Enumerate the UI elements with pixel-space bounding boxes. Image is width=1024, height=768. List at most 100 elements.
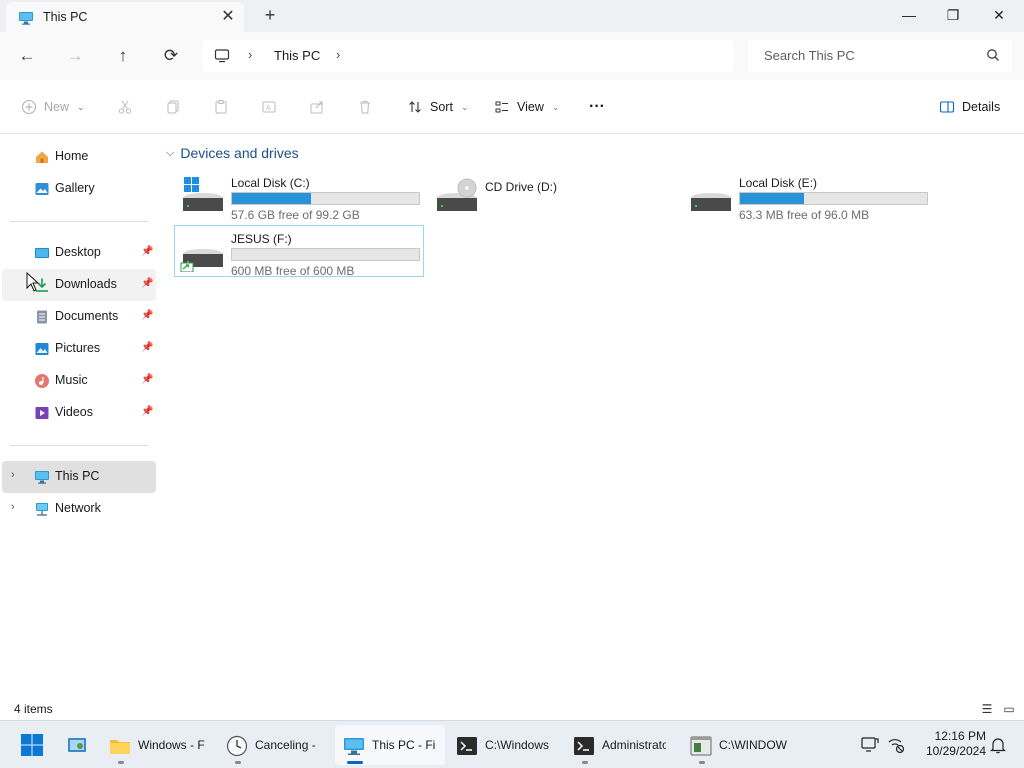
taskbar-app-label: C:\Windows <box>485 738 550 752</box>
search-input[interactable]: Search This PC <box>764 48 855 63</box>
details-pane-icon <box>938 98 956 116</box>
svg-text:A: A <box>266 105 271 112</box>
system-clock[interactable]: 12:16 PM 10/29/2024 <box>916 729 986 759</box>
taskbar-app-terminal-windows[interactable]: C:\Windows <box>448 725 558 765</box>
new-tab-button[interactable]: + <box>258 4 282 28</box>
taskbar-app-console[interactable]: C:\WINDOW <box>682 725 792 765</box>
sidebar-item-this-pc[interactable]: › This PC <box>2 461 156 493</box>
pin-icon[interactable]: 📌 <box>141 342 153 353</box>
sidebar-item-label: Pictures <box>55 341 101 355</box>
breadcrumb-separator[interactable]: › <box>248 47 252 62</box>
system-drive-icon <box>179 176 225 216</box>
this-pc-icon <box>34 469 50 485</box>
pin-icon[interactable]: 📌 <box>141 310 153 321</box>
taskbar-app-label: C:\WINDOW <box>719 738 787 752</box>
taskbar-app-label: This PC - Fi <box>372 738 436 752</box>
chevron-right-icon[interactable]: › <box>11 501 15 513</box>
back-button[interactable]: ← <box>13 42 41 70</box>
rename-icon[interactable]: A <box>260 96 278 118</box>
tab-close-button[interactable]: ✕ <box>217 6 239 28</box>
sidebar-item-gallery[interactable]: Gallery <box>2 173 156 205</box>
details-view-icon[interactable]: ☰ <box>978 700 996 718</box>
pin-icon[interactable]: 📌 <box>141 278 153 289</box>
breadcrumb-this-pc[interactable]: This PC <box>274 48 320 63</box>
chevron-right-icon[interactable]: › <box>11 469 15 481</box>
sidebar-item-label: Documents <box>55 309 119 323</box>
details-label: Details <box>962 100 1001 114</box>
more-options-button[interactable]: ··· <box>589 96 605 118</box>
group-header-devices[interactable]: ⌵ Devices and drives <box>166 145 299 161</box>
up-button[interactable]: ↑ <box>109 42 137 70</box>
running-indicator <box>118 761 124 764</box>
content-area: ⌵ Devices and drives Local Disk (C:) 57.… <box>26 135 1024 695</box>
sort-icon <box>406 98 424 116</box>
chevron-down-icon: ⌵ <box>166 146 175 159</box>
cut-icon[interactable] <box>116 96 134 118</box>
sidebar-item-desktop[interactable]: Desktop 📌 <box>2 237 156 269</box>
refresh-button[interactable]: ⟳ <box>157 42 185 70</box>
drive-item-selected[interactable]: JESUS (F:) 600 MB free of 600 MB <box>174 225 424 278</box>
notification-icon[interactable] <box>860 735 880 755</box>
maximize-button[interactable]: ❐ <box>930 0 976 32</box>
minimize-button[interactable]: — <box>886 0 932 32</box>
drive-usage-fill <box>232 193 311 204</box>
running-indicator <box>235 761 241 764</box>
sidebar-item-network[interactable]: › Network <box>2 493 156 525</box>
mouse-cursor-icon <box>26 272 40 292</box>
forward-button[interactable]: → <box>61 42 89 70</box>
start-button[interactable] <box>20 733 44 757</box>
drive-usage-bar <box>231 192 420 205</box>
search-icon <box>986 48 1000 65</box>
running-indicator <box>699 761 705 764</box>
pin-icon[interactable]: 📌 <box>141 374 153 385</box>
taskbar-app-file-explorer[interactable]: Windows - F <box>101 725 211 765</box>
gallery-icon <box>34 181 50 197</box>
taskbar-app-terminal-admin[interactable]: Administrato <box>565 725 675 765</box>
sidebar-item-home[interactable]: Home <box>2 141 156 173</box>
search-box[interactable]: Search This PC <box>748 40 1012 72</box>
taskbar-app-control-panel[interactable] <box>58 725 98 765</box>
share-icon[interactable] <box>308 96 326 118</box>
sidebar-item-label: Downloads <box>55 277 117 291</box>
delete-icon[interactable] <box>356 96 374 118</box>
desktop-icon <box>34 245 50 261</box>
sort-button[interactable]: Sort ⌄ <box>406 96 468 118</box>
drive-name: CD Drive (D:) <box>485 180 557 194</box>
copy-icon[interactable] <box>164 96 182 118</box>
monitor-icon <box>18 10 34 29</box>
home-icon <box>34 149 50 165</box>
view-icon <box>493 98 511 116</box>
sidebar-item-pictures[interactable]: Pictures 📌 <box>2 333 156 365</box>
drive-item[interactable]: CD Drive (D:) <box>428 169 678 221</box>
tab-this-pc[interactable]: This PC ✕ <box>6 2 244 32</box>
tiles-view-icon[interactable]: ▭ <box>1000 700 1018 718</box>
taskbar: Windows - F Canceling - This PC - Fi C:\… <box>0 720 1024 768</box>
details-button[interactable]: Details <box>938 96 1000 118</box>
sidebar-item-label: Videos <box>55 405 93 419</box>
documents-icon <box>34 309 50 325</box>
drive-name: Local Disk (E:) <box>739 176 818 190</box>
drive-free-space: 63.3 MB free of 96.0 MB <box>739 208 870 222</box>
pin-icon[interactable]: 📌 <box>141 406 153 417</box>
drive-name: JESUS (F:) <box>231 232 292 246</box>
bell-icon[interactable] <box>988 735 1008 755</box>
sidebar-item-music[interactable]: Music 📌 <box>2 365 156 397</box>
drive-item[interactable]: Local Disk (C:) 57.6 GB free of 99.2 GB <box>174 169 424 222</box>
sidebar-item-videos[interactable]: Videos 📌 <box>2 397 156 429</box>
paste-icon[interactable] <box>212 96 230 118</box>
taskbar-app-canceling[interactable]: Canceling - <box>218 725 328 765</box>
drive-item[interactable]: Local Disk (E:) 63.3 MB free of 96.0 MB <box>682 169 932 222</box>
address-bar[interactable]: › This PC › <box>202 40 734 72</box>
close-button[interactable]: ✕ <box>976 0 1022 32</box>
view-button[interactable]: View ⌄ <box>493 96 559 118</box>
breadcrumb-separator[interactable]: › <box>336 47 340 62</box>
new-button[interactable]: New ⌄ <box>20 96 85 118</box>
clock-icon <box>226 735 248 757</box>
drive-usage-bar <box>739 192 928 205</box>
pin-icon[interactable]: 📌 <box>141 246 153 257</box>
sidebar-item-documents[interactable]: Documents 📌 <box>2 301 156 333</box>
sidebar-item-label: Home <box>55 149 89 163</box>
taskbar-app-this-pc[interactable]: This PC - Fi <box>335 725 445 765</box>
control-panel-icon <box>66 735 88 757</box>
network-status-icon[interactable] <box>886 735 906 755</box>
